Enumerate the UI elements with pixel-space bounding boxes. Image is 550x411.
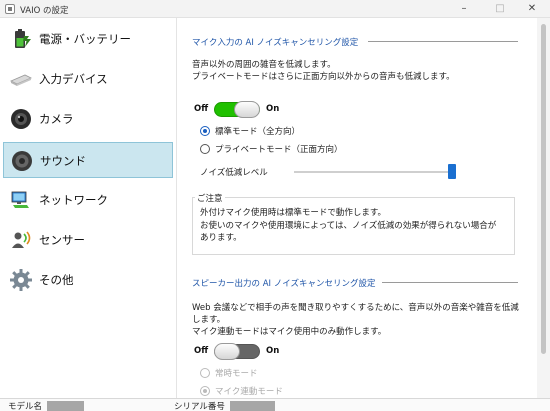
sound-settings-panel: マイク入力の AI ノイズキャンセリング設定 音声以外の周囲の雑音を低減します。… — [178, 18, 536, 398]
camera-icon — [11, 109, 31, 129]
mic-description-1: 音声以外の周囲の雑音を低減します。 — [192, 60, 336, 70]
sidebar-item-label: その他 — [39, 273, 74, 287]
title-bar: VAIO の設定 – □ ✕ — [0, 0, 550, 18]
sidebar-item-power[interactable]: 電源・バッテリー — [3, 21, 173, 57]
sidebar-item-label: センサー — [39, 233, 85, 247]
radio-standard-mode[interactable]: 標準モード（全方向） — [200, 125, 300, 137]
toggle-knob — [214, 343, 240, 360]
sidebar-item-label: 入力デバイス — [39, 72, 108, 86]
toggle-knob — [234, 101, 260, 118]
noise-level-slider-thumb[interactable] — [448, 164, 456, 179]
serial-number-label: シリアル番号 — [174, 402, 225, 411]
radio-private-mode[interactable]: プライベートモード（正面方向） — [200, 143, 343, 155]
notice-line-3: あります。 — [200, 233, 242, 243]
battery-icon — [15, 29, 31, 48]
sidebar-item-label: ネットワーク — [39, 193, 108, 207]
network-icon — [11, 191, 29, 208]
sidebar-item-input-devices[interactable]: 入力デバイス — [3, 61, 173, 97]
speaker-toggle-on-label: On — [266, 346, 280, 356]
speaker-description-1: Web 会議などで相手の声を聞き取りやすくするために、音声以外の音楽や雑音を低減 — [192, 303, 519, 313]
radio-label: マイク連動モード — [215, 387, 283, 397]
speaker-section-divider — [382, 282, 518, 283]
mic-description-2: プライベートモードはさらに正面方向以外からの音声も低減します。 — [192, 72, 455, 82]
window-title: VAIO の設定 — [20, 6, 69, 16]
maximize-button[interactable]: □ — [482, 1, 518, 17]
sidebar-item-network[interactable]: ネットワーク — [3, 182, 173, 218]
minimize-button[interactable]: – — [446, 1, 482, 17]
sidebar-item-label: サウンド — [40, 154, 86, 168]
notice-body: 外付けマイク使用時は標準モードで動作します。 お使いのマイクや使用環境によっては… — [200, 207, 496, 245]
mic-toggle-off-label: Off — [194, 104, 209, 114]
sidebar-item-sound[interactable]: サウンド — [3, 142, 173, 178]
scrollbar-thumb[interactable] — [541, 24, 546, 354]
speaker-description-3: マイク連動モードはマイク使用中のみ動作します。 — [192, 327, 387, 337]
app-icon — [5, 4, 15, 14]
speaker-noise-cancel-toggle[interactable] — [214, 343, 260, 360]
notice-box: ご注意 外付けマイク使用時は標準モードで動作します。 お使いのマイクや使用環境に… — [192, 192, 515, 255]
radio-label: 常時モード — [215, 369, 258, 379]
radio-button[interactable] — [200, 144, 210, 154]
sidebar-item-camera[interactable]: カメラ — [3, 101, 173, 137]
mic-section-heading: マイク入力の AI ノイズキャンセリング設定 — [192, 38, 359, 48]
keyboard-icon — [10, 74, 32, 86]
speaker-description-2: します。 — [192, 315, 226, 325]
sidebar: 電源・バッテリー 入力デバイス カメラ サウンド ネットワーク センサー その他 — [0, 18, 177, 398]
model-name-value — [47, 401, 84, 411]
speaker-icon — [12, 151, 32, 171]
content-scrollbar[interactable] — [537, 18, 550, 398]
sidebar-item-label: カメラ — [39, 112, 74, 126]
radio-label: 標準モード（全方向） — [215, 127, 301, 137]
mic-noise-cancel-toggle[interactable] — [214, 101, 260, 118]
speaker-toggle-off-label: Off — [194, 346, 209, 356]
mic-section-divider — [368, 41, 518, 42]
close-button[interactable]: ✕ — [514, 1, 550, 17]
sidebar-item-label: 電源・バッテリー — [39, 32, 131, 46]
radio-button[interactable] — [200, 386, 210, 396]
sidebar-item-sensor[interactable]: センサー — [3, 222, 173, 258]
speaker-section-heading: スピーカー出力の AI ノイズキャンセリング設定 — [192, 279, 376, 289]
mic-toggle-on-label: On — [266, 104, 280, 114]
model-name-label: モデル名 — [8, 402, 43, 411]
sidebar-item-other[interactable]: その他 — [3, 262, 173, 298]
sensor-icon — [12, 231, 31, 248]
radio-always-mode[interactable]: 常時モード — [200, 367, 258, 379]
radio-mic-linked-mode[interactable]: マイク連動モード — [200, 385, 283, 397]
radio-button[interactable] — [200, 126, 210, 136]
gear-icon — [10, 269, 32, 291]
notice-title: ご注意 — [195, 192, 225, 204]
serial-number-value — [230, 401, 275, 411]
notice-line-2: お使いのマイクや使用環境によっては、ノイズ低減の効果が得られない場合が — [200, 220, 497, 231]
status-bar: モデル名 シリアル番号 — [0, 398, 550, 411]
radio-label: プライベートモード（正面方向） — [215, 145, 343, 155]
noise-level-label: ノイズ低減レベル — [200, 168, 268, 178]
notice-line-1: 外付けマイク使用時は標準モードで動作します。 — [200, 208, 386, 218]
noise-level-slider-track[interactable] — [294, 171, 452, 173]
radio-button[interactable] — [200, 368, 210, 378]
